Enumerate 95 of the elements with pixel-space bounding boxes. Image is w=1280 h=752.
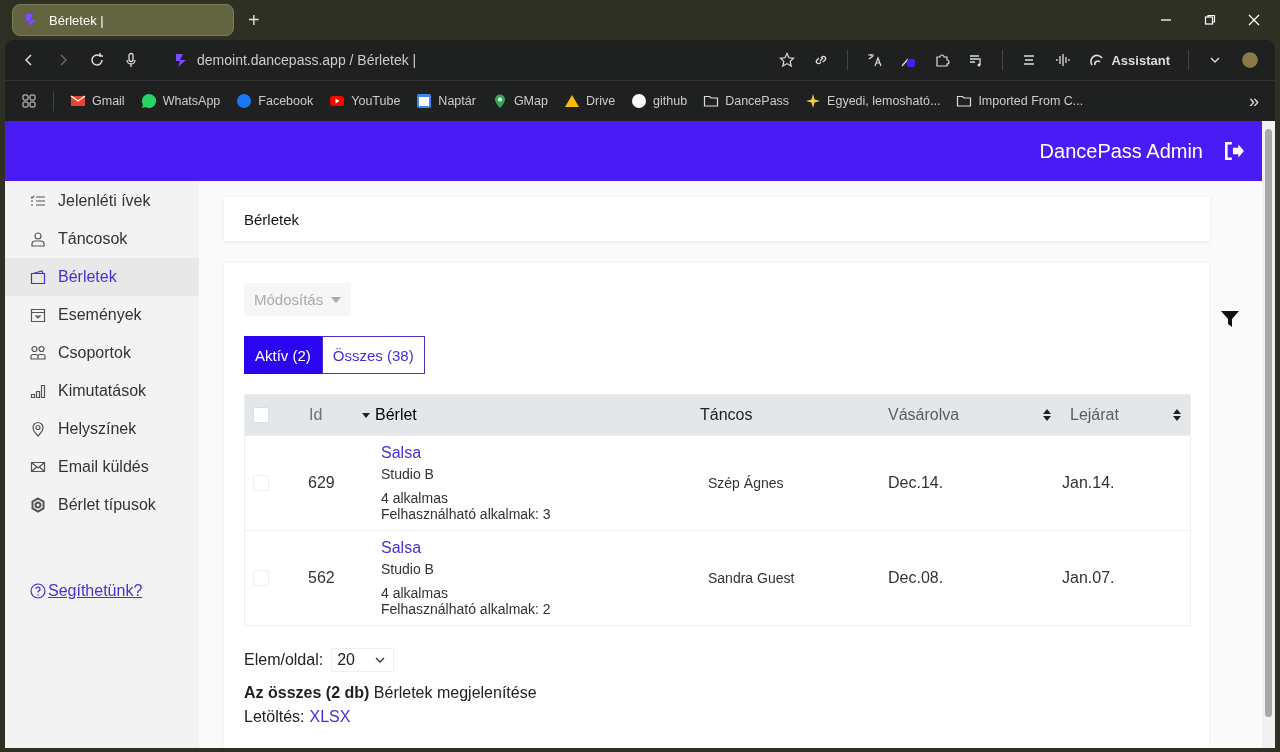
sort-descending-icon[interactable] xyxy=(361,410,371,420)
table-cell: Szép Ágnes xyxy=(708,475,784,491)
sidebar-item[interactable]: Csoportok xyxy=(5,334,199,372)
more-bookmarks-button[interactable]: » xyxy=(1249,90,1259,112)
bookmark[interactable]: Facebook xyxy=(236,93,314,109)
caret-icon xyxy=(331,296,342,303)
page-title: Bérletek xyxy=(244,210,300,228)
filter-icon[interactable] xyxy=(1220,309,1240,329)
card-icon xyxy=(30,269,46,285)
bar-chart-icon xyxy=(30,383,46,399)
sidebar-item[interactable]: Táncosok xyxy=(5,220,199,258)
bookmark[interactable]: Naptár xyxy=(416,93,476,109)
envelope-icon xyxy=(70,93,86,109)
address-bar[interactable]: demoint.dancepass.app / Bérletek | xyxy=(173,52,417,68)
circle-icon xyxy=(631,93,648,109)
studio-text: Studio B xyxy=(381,466,434,482)
filter-tab[interactable]: Összes (38) xyxy=(321,336,425,374)
table-cell: 629 xyxy=(308,474,335,492)
sort-icon[interactable] xyxy=(1042,408,1052,422)
microphone-icon[interactable] xyxy=(123,52,139,68)
person-icon xyxy=(30,231,46,247)
occasions-text: 4 alkalmas xyxy=(381,585,448,601)
envelope-icon xyxy=(30,459,46,475)
sidebar-item[interactable]: Helyszínek xyxy=(5,410,199,448)
audio-icon[interactable] xyxy=(1055,52,1072,68)
bookmark[interactable]: Imported From C... xyxy=(956,93,1084,109)
bookmark[interactable]: github xyxy=(631,93,688,109)
sidebar-item[interactable]: Bérlet típusok xyxy=(5,486,199,524)
bookmark[interactable]: GMap xyxy=(491,93,548,109)
checklist-icon xyxy=(30,193,46,209)
bookmark[interactable]: Egyedi, lemosható... xyxy=(805,93,941,109)
folder-icon xyxy=(703,93,720,109)
filter-tab[interactable]: Aktív (2) xyxy=(244,336,322,374)
table-cell: Sandra Guest xyxy=(708,570,795,586)
folder-icon xyxy=(956,93,973,109)
translate-icon[interactable] xyxy=(866,52,883,68)
sidebar-item[interactable]: Bérletek xyxy=(5,258,199,296)
pass-link[interactable]: Salsa xyxy=(381,444,422,462)
close-icon[interactable] xyxy=(1248,14,1260,26)
column-header[interactable]: Lejárat xyxy=(1070,406,1119,424)
download-label: Letöltés: xyxy=(244,708,305,726)
bookmark[interactable]: YouTube xyxy=(329,93,401,109)
avatar-icon[interactable] xyxy=(1241,51,1259,69)
select-all-checkbox[interactable] xyxy=(253,407,269,423)
per-page-select[interactable]: 20 xyxy=(331,648,394,672)
summary-text: Az összes (2 db) Bérletek megjelenítése xyxy=(244,684,537,702)
sidebar-item[interactable]: Jelenléti ívek xyxy=(5,182,199,220)
table-cell: Dec.14. xyxy=(888,474,944,492)
table-cell: 562 xyxy=(308,569,335,587)
sidebar-item[interactable]: Email küldés xyxy=(5,448,199,486)
triangle-icon xyxy=(563,93,580,109)
people-icon xyxy=(30,345,46,361)
column-header[interactable]: Táncos xyxy=(700,406,753,424)
table-cell: Jan.14. xyxy=(1062,474,1115,492)
occasions-text: 4 alkalmas xyxy=(381,490,448,506)
download-link[interactable]: XLSX xyxy=(309,708,351,726)
apps-icon[interactable] xyxy=(21,93,37,109)
chat-bubble-icon xyxy=(140,93,157,109)
column-header[interactable]: Id xyxy=(309,406,323,424)
table-cell: Dec.08. xyxy=(888,569,944,587)
table-cell: Jan.07. xyxy=(1062,569,1115,587)
star-icon[interactable] xyxy=(779,52,796,68)
help-link[interactable]: Segíthetünk? xyxy=(30,582,143,600)
usable-occasions-text: Felhasználható alkalmak: 3 xyxy=(381,506,551,522)
calendar-icon xyxy=(30,307,46,323)
logout-icon[interactable] xyxy=(1223,140,1245,162)
app-title: DancePass Admin xyxy=(1039,139,1203,163)
assistant-button[interactable]: Assistant xyxy=(1089,52,1170,68)
reload-icon[interactable] xyxy=(89,52,105,68)
sidebar-item[interactable]: Kimutatások xyxy=(5,372,199,410)
calendar-icon xyxy=(416,93,433,109)
puzzle-icon[interactable] xyxy=(934,52,951,68)
chevron-down-icon xyxy=(374,657,385,663)
help-icon xyxy=(30,583,46,599)
per-page-label: Elem/oldal: xyxy=(244,651,324,669)
scrollbar[interactable] xyxy=(1262,121,1275,748)
column-header[interactable]: Vásárolva xyxy=(888,406,960,424)
circle-icon xyxy=(236,93,253,109)
pass-link[interactable]: Salsa xyxy=(381,539,422,557)
restore-icon[interactable] xyxy=(1204,14,1216,26)
column-header[interactable]: Bérlet xyxy=(375,406,417,424)
sort-icon[interactable] xyxy=(1172,408,1182,422)
bookmark[interactable]: WhatsApp xyxy=(140,93,221,109)
browser-tab[interactable]: Bérletek | xyxy=(12,4,234,36)
new-tab-button[interactable]: + xyxy=(248,8,260,32)
bookmark[interactable]: Gmail xyxy=(70,93,125,109)
bookmark[interactable]: Drive xyxy=(563,93,616,109)
location-pin-icon xyxy=(30,421,46,437)
bookmark[interactable]: DancePass xyxy=(703,93,790,109)
sidebar-item[interactable]: Események xyxy=(5,296,199,334)
usable-occasions-text: Felhasználható alkalmak: 2 xyxy=(381,601,551,617)
settings-icon xyxy=(30,497,46,513)
arc-icon xyxy=(1089,52,1106,68)
play-icon xyxy=(329,93,346,109)
studio-text: Studio B xyxy=(381,561,434,577)
